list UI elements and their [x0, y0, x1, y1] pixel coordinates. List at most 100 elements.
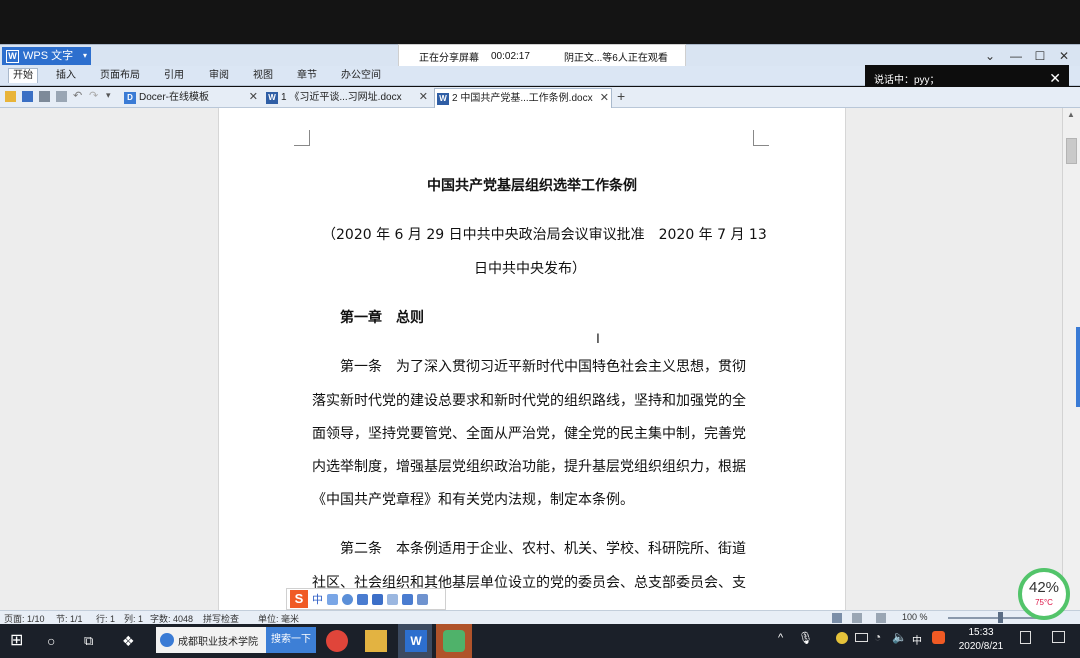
tab-document-2[interactable]: W 2 中国共产党基...工作条例.docx ✕: [434, 88, 612, 108]
emoji-icon[interactable]: [342, 593, 353, 605]
web-view-icon[interactable]: [852, 613, 862, 623]
zoom-slider-handle[interactable]: [998, 612, 1003, 623]
share-status: 正在分享屏幕: [419, 52, 479, 64]
wps-menu-button[interactable]: W WPS 文字 ▾: [2, 47, 91, 65]
wps-logo-icon: W: [6, 49, 19, 63]
sogou-tray-icon[interactable]: [932, 631, 945, 644]
tab-references[interactable]: 引用: [164, 69, 184, 83]
tab-document-1[interactable]: W 1 《习近平谈...习网址.docx ✕: [264, 88, 430, 108]
paragraph-line: 内选举制度，增强基层党组织政治功能，提升基层党组织组织力，根据: [312, 459, 746, 475]
print-icon[interactable]: [39, 91, 50, 102]
tab-office-space[interactable]: 办公空间: [341, 69, 381, 83]
wifi-icon[interactable]: ◔: [874, 630, 881, 644]
screen: W WPS 文字 ▾ ⌄ — ☐ ✕ 正在分享屏幕 00:02:17 阴正文..…: [0, 0, 1080, 658]
toolbox-icon[interactable]: [387, 593, 398, 605]
paragraph-line: 面领导，坚持党要管党、全面从严治党，健全党的民主集中制，完善党: [312, 426, 746, 442]
page-margin-mark: [294, 130, 310, 146]
page-view-icon[interactable]: [832, 613, 842, 623]
battery-icon[interactable]: [855, 633, 868, 642]
tab-review[interactable]: 审阅: [209, 69, 229, 83]
tab-label: Docer-在线模板: [139, 92, 210, 103]
tab-section[interactable]: 章节: [297, 69, 317, 83]
screen-share-bar: 正在分享屏幕 00:02:17 阴正文...等6人正在观看: [398, 44, 686, 68]
windows-start-icon[interactable]: ⊞: [10, 630, 32, 652]
input-language-indicator[interactable]: 中: [912, 632, 922, 647]
word-doc-icon: W: [437, 93, 449, 105]
search-text: 成都职业技术学院: [178, 636, 258, 648]
paragraph-line: 第二条 本条例适用于企业、农村、机关、学校、科研院所、街道: [340, 541, 746, 557]
open-folder-icon[interactable]: [5, 91, 16, 102]
performance-gauge[interactable]: 42% 75°C: [1018, 568, 1070, 620]
gauge-temperature: 75°C: [1035, 598, 1053, 607]
tab-docer-templates[interactable]: D Docer-在线模板 ✕: [122, 88, 260, 108]
chevron-down-icon: ▾: [82, 51, 87, 60]
paragraph-line: 第一条 为了深入贯彻习近平新时代中国特色社会主义思想，贯彻: [340, 359, 746, 375]
redo-icon[interactable]: ↷: [89, 89, 100, 102]
tab-view[interactable]: 视图: [253, 69, 273, 83]
outline-view-icon[interactable]: [876, 613, 886, 623]
tab-insert[interactable]: 插入: [56, 69, 76, 83]
close-icon[interactable]: ✕: [1049, 70, 1061, 86]
grid-menu-icon[interactable]: [417, 593, 428, 605]
docer-icon: D: [124, 92, 136, 104]
meeting-app-icon: [443, 630, 465, 652]
gauge-percent: 42%: [1028, 579, 1060, 596]
minimize-button[interactable]: —: [1004, 46, 1028, 66]
collapse-ribbon-button[interactable]: ⌄: [978, 46, 1002, 66]
new-tab-plus-icon[interactable]: +: [617, 88, 625, 104]
scroll-up-icon[interactable]: ▲: [1067, 110, 1075, 119]
document-tab-bar: ↶ ↷ ▾ D Docer-在线模板 ✕ W 1 《习近平谈...习网址.doc…: [0, 87, 1080, 108]
chapter-heading: 第一章 总则: [340, 310, 424, 326]
word-doc-icon: W: [266, 92, 278, 104]
task-view-icon[interactable]: ⧉: [84, 630, 106, 652]
close-icon[interactable]: ✕: [249, 88, 258, 107]
chevron-up-icon[interactable]: ^: [778, 632, 783, 644]
tab-label: 2 中国共产党基...工作条例.docx: [452, 93, 593, 104]
close-icon[interactable]: ✕: [600, 89, 609, 108]
microphone-icon[interactable]: [357, 593, 368, 605]
ime-mode[interactable]: 中: [312, 591, 323, 607]
save-icon[interactable]: [22, 91, 33, 102]
scroll-thumb[interactable]: [1066, 138, 1077, 164]
close-icon[interactable]: ✕: [419, 88, 428, 107]
share-viewers[interactable]: 阴正文...等6人正在观看: [564, 49, 668, 64]
chrome-icon[interactable]: [326, 630, 348, 652]
clock-date: 2020/8/21: [958, 641, 1004, 652]
tab-start[interactable]: 开始: [8, 68, 38, 83]
status-bar: 页面: 1/10 节: 1/1 行: 1 列: 1 字数: 4048 拼写检查 …: [0, 610, 1080, 624]
text-cursor-icon: I: [596, 330, 600, 346]
clock-time: 15:33: [968, 627, 994, 638]
tab-label: 1 《习近平谈...习网址.docx: [281, 92, 402, 103]
close-window-button[interactable]: ✕: [1052, 46, 1076, 66]
tab-page-layout[interactable]: 页面布局: [100, 69, 140, 83]
wps-writer-icon: W: [405, 630, 427, 652]
chevron-down-icon[interactable]: ▾: [106, 90, 117, 101]
app-icon[interactable]: ❖: [122, 630, 144, 652]
punctuation-icon[interactable]: [327, 593, 338, 605]
keyboard-icon[interactable]: [372, 593, 383, 605]
search-button[interactable]: 搜索一下: [266, 627, 316, 653]
sogou-logo-icon[interactable]: S: [290, 590, 308, 608]
microphone-icon[interactable]: 🎙: [798, 631, 813, 645]
notifications-icon[interactable]: [1052, 631, 1065, 643]
share-elapsed: 00:02:17: [491, 50, 530, 62]
skin-icon[interactable]: [402, 593, 413, 605]
cortana-icon[interactable]: ○: [47, 630, 69, 652]
file-explorer-icon[interactable]: [365, 630, 387, 652]
taskbar-search-box[interactable]: 成都职业技术学院 搜索一下: [156, 627, 316, 653]
ime-toolbar: S 中: [286, 588, 446, 610]
system-clock[interactable]: 15:33 2020/8/21: [954, 626, 1008, 654]
maximize-button[interactable]: ☐: [1028, 46, 1052, 66]
side-panel-handle[interactable]: [1076, 327, 1080, 407]
undo-icon[interactable]: ↶: [73, 89, 84, 102]
ie-icon: [160, 633, 174, 647]
print-preview-icon[interactable]: [56, 91, 67, 102]
document-title: 中国共产党基层组织选举工作条例: [427, 178, 637, 194]
paragraph-line: 《中国共产党章程》和有关党内法规，制定本条例。: [312, 492, 634, 508]
tray-app-icon[interactable]: [836, 632, 848, 644]
talking-text: 说话中：pyy；: [874, 75, 940, 86]
subtitle-line: 日中共中央发布）: [474, 261, 586, 277]
zoom-slider[interactable]: [948, 617, 1038, 619]
volume-icon[interactable]: 🔈: [892, 630, 907, 644]
notes-icon[interactable]: [1020, 631, 1031, 644]
